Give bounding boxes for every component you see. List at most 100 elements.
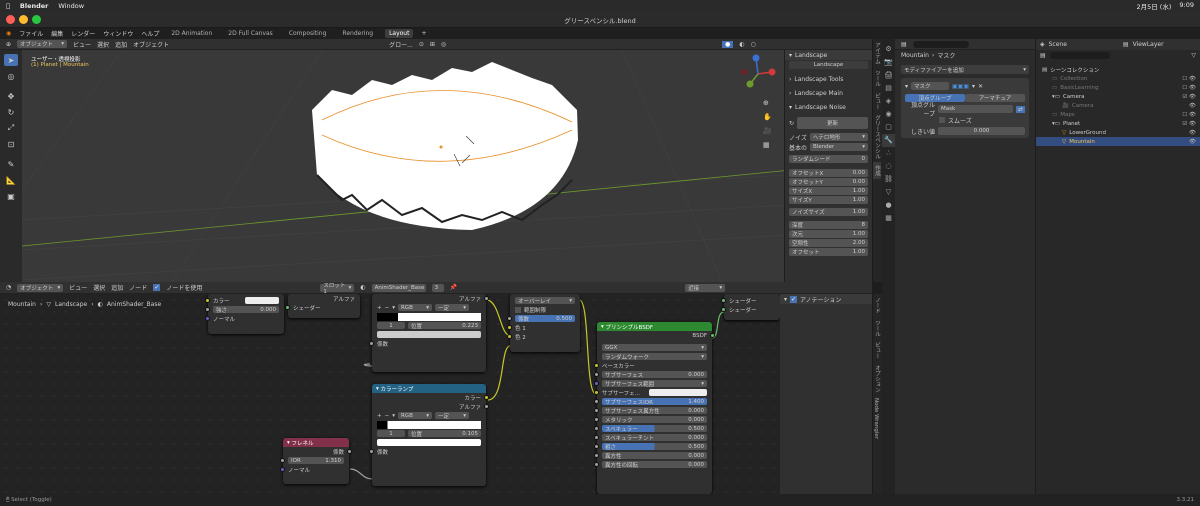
anisotropic-rotation-field[interactable]: 異方性の回転 0.000 [602, 461, 707, 469]
collapse-icon[interactable]: ▾ [905, 83, 908, 90]
rotate-tool-icon[interactable]: ↻ [4, 106, 18, 118]
material-users[interactable]: 3 [431, 283, 444, 292]
outliner-row-maps[interactable]: ▭ Maps ☐ 👁 [1036, 110, 1200, 119]
color-ramp-node-1[interactable]: アルファ + − ▾ RGB ▾ 一定 ▾ 1 位置 0.223 係数 [369, 294, 489, 372]
tool-props-icon[interactable]: ⚙ [882, 43, 895, 56]
mix-factor-field[interactable]: 係数 0.500 [515, 315, 575, 323]
position-field[interactable]: 位置 0.223 [408, 322, 481, 330]
section-landscape-noise[interactable]: ▾ Landscape Noise [785, 102, 872, 112]
mix-rgb-node[interactable]: オーバーレイ ▾ 範囲制限 係数 0.500 色 1 色 2 [507, 294, 580, 352]
menu-object[interactable]: オブジェクト [133, 40, 169, 49]
modifier-name-field[interactable]: マスク [911, 82, 950, 90]
offset-y-field[interactable]: オフセットY 0.00 [789, 177, 868, 186]
interp-select[interactable]: 一定 ▾ [434, 304, 469, 312]
sss-method-select[interactable]: ランダムウォーク ▾ [602, 353, 707, 361]
roughness-field[interactable]: 粗さ 0.500 [602, 443, 707, 451]
invert-icon[interactable]: ⇄ [1015, 105, 1025, 113]
tab-grease-pencil[interactable]: グリースペンシル [873, 112, 881, 162]
pan-icon[interactable]: ✋ [763, 110, 772, 124]
node-menu-view[interactable]: ビュー [69, 283, 87, 292]
tab-2d-full-canvas[interactable]: 2D Full Canvas [224, 29, 277, 38]
offset-x-field[interactable]: オフセットX 0.00 [789, 168, 868, 177]
position-field-2[interactable]: 位置 0.105 [408, 430, 481, 438]
window-menu[interactable]: Window [58, 2, 84, 10]
subsurface-color-swatch[interactable] [649, 389, 707, 396]
physics-props-icon[interactable]: ◌ [882, 160, 895, 173]
modifier-props-icon[interactable]: 🔧 [882, 134, 895, 147]
render-props-icon[interactable]: 📷 [882, 56, 895, 69]
noise-select[interactable]: ヘテロ地形 ▾ [809, 133, 868, 141]
outliner-row-camera-collection[interactable]: ▾▭ Camera ☑ 👁 [1036, 92, 1200, 101]
pin-icon[interactable]: 📌 [450, 284, 457, 291]
strength-field[interactable]: 強さ 0.000 [213, 306, 279, 314]
smooth-checkbox[interactable] [939, 117, 945, 123]
use-nodes-checkbox[interactable]: ✓ [153, 284, 161, 291]
remove-stop-icon[interactable]: − [385, 305, 390, 311]
distribution-select[interactable]: GGX ▾ [602, 344, 707, 351]
display-mode-icon[interactable]: ▤ [1040, 52, 1046, 59]
lacunarity-field[interactable]: 空隙性 2.00 [789, 238, 868, 247]
view-layer-props-icon[interactable]: ▤ [882, 82, 895, 95]
mode-armature-button[interactable]: アーマチュア [965, 94, 1025, 102]
cursor-tool-icon[interactable]: ◎ [4, 70, 18, 82]
metallic-field[interactable]: メタリック 0.000 [602, 416, 707, 424]
interp-select-2[interactable]: 一定 ▾ [434, 412, 469, 420]
clock-label[interactable]: 9:09 [1179, 1, 1194, 11]
stop-index-field-2[interactable]: 1 [377, 430, 405, 437]
outliner-row-camera[interactable]: 🎥 Camera 👁 [1036, 101, 1200, 110]
outliner-search-input[interactable] [1049, 52, 1110, 59]
outliner-row-mountain[interactable]: ▽ Mountain 👁 [1036, 137, 1200, 146]
tab-options[interactable]: オプション [873, 362, 881, 396]
annotate-tool-icon[interactable]: ✎ [4, 158, 18, 170]
node-editor[interactable]: Mountain › ▽ Landscape › ◐ AnimShader_Base カラー… [0, 294, 780, 494]
ramp-gradient[interactable] [377, 312, 481, 321]
subsurface-radius-field[interactable]: サブサーフェス範囲 ▾ [602, 380, 707, 388]
threshold-field[interactable]: 0.000 [938, 127, 1025, 135]
stop-color-swatch-2[interactable] [377, 439, 481, 446]
fresnel-node[interactable]: ▾ フレネル 係数 IOR 1.310 ノーマル [280, 438, 352, 484]
3d-viewport[interactable]: ユーザー・透視投影 (1) Planet | Mountain ⊕ ✋ 🎥 ▦ [22, 50, 872, 282]
offset-field[interactable]: オフセット 1.00 [789, 247, 868, 256]
section-landscape-tools[interactable]: › Landscape Tools [785, 74, 872, 84]
ortho-grid-icon[interactable]: ▦ [763, 138, 772, 152]
tab-node[interactable]: ノード [873, 294, 881, 317]
refresh-button[interactable]: 更新 [797, 117, 868, 129]
data-props-icon[interactable]: ▽ [882, 186, 895, 199]
annotation-checkbox[interactable]: ✓ [790, 295, 798, 303]
shader-node[interactable]: アルファ シェーダー [285, 294, 360, 318]
add-workspace-icon[interactable]: + [421, 30, 426, 37]
material-output-node[interactable]: シェーダー シェーダー [721, 294, 780, 320]
tab-view[interactable]: ビュー [873, 90, 881, 113]
transform-tool-icon[interactable]: ⊡ [4, 138, 18, 150]
shading-material-icon[interactable]: ◐ [739, 41, 744, 48]
tab-create[interactable]: 作成 [873, 162, 881, 179]
outliner-row-collection[interactable]: ▭ Collection ☐ 👁 [1036, 74, 1200, 83]
add-stop-icon[interactable]: + [377, 305, 382, 311]
add-stop-icon-2[interactable]: + [377, 413, 382, 419]
tab-2d-animation[interactable]: 2D Animation [167, 29, 216, 38]
view-layer-select[interactable]: ViewLayer [1133, 41, 1164, 48]
shading-render-icon[interactable]: ○ [751, 41, 756, 48]
dimension-field[interactable]: 次元 1.00 [789, 229, 868, 238]
ramp-menu-icon-2[interactable]: ▾ [392, 413, 395, 419]
tab-layout[interactable]: Layout [385, 29, 414, 38]
modifier-menu-icon[interactable]: ▾ [972, 83, 975, 90]
constraints-props-icon[interactable]: ⛓ [882, 173, 895, 186]
color-mode-select-2[interactable]: RGB ▾ [397, 412, 432, 419]
landscape-preset-button[interactable]: Landscape [789, 61, 868, 69]
snap-mode-select[interactable]: 近接 ▾ [685, 283, 726, 292]
pivot-icon[interactable]: ⊙ [419, 41, 424, 48]
apple-icon[interactable]:  [6, 2, 10, 10]
menu-view[interactable]: ビュー [73, 40, 91, 49]
move-tool-icon[interactable]: ✥ [4, 90, 18, 102]
clamp-checkbox[interactable] [515, 306, 521, 313]
principled-bsdf-node[interactable]: ▾ プリンシプルBSDF BSDF GGX ▾ ランダムウォーク ▾ ベースカラー … [594, 322, 715, 494]
orientation-select[interactable]: グロー... [389, 40, 413, 49]
specular-field[interactable]: スペキュラー 0.500 [602, 425, 707, 433]
node-menu-select[interactable]: 選択 [93, 283, 105, 292]
view-layer-icon[interactable]: ▤ [1123, 41, 1129, 48]
object-props-icon[interactable]: ▢ [882, 121, 895, 134]
node-menu-node[interactable]: ノード [129, 283, 147, 292]
node-editor-type-icon[interactable]: ◔ [6, 284, 11, 291]
ramp-menu-icon[interactable]: ▾ [392, 305, 395, 311]
